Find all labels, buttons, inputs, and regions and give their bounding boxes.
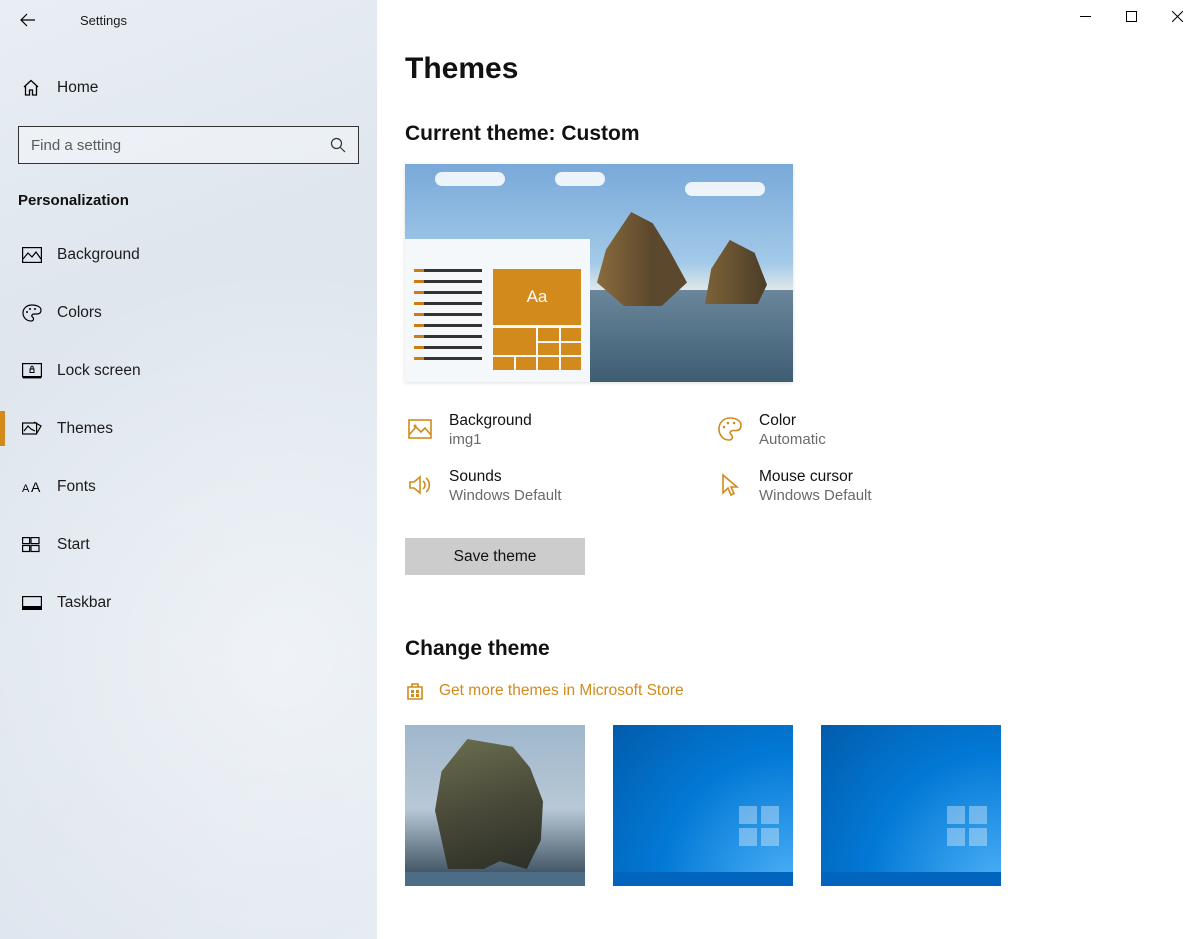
sidebar-section-label: Personalization <box>0 192 377 209</box>
page-title: Themes <box>405 52 1160 86</box>
search-input[interactable] <box>31 137 330 154</box>
minimize-button[interactable] <box>1062 0 1108 32</box>
sidebar-item-label: Fonts <box>57 478 96 496</box>
sidebar-item-colors[interactable]: Colors <box>0 289 377 336</box>
search-icon <box>330 137 346 153</box>
main-content: Themes Current theme: Custom Aa <box>377 0 1200 939</box>
home-label: Home <box>57 79 98 97</box>
current-theme-heading: Current theme: Custom <box>405 122 1160 146</box>
image-icon <box>22 247 42 263</box>
setting-title: Color <box>759 412 826 430</box>
setting-value: Windows Default <box>449 487 562 504</box>
theme-card-windows-light[interactable] <box>613 725 793 886</box>
store-link[interactable]: Get more themes in Microsoft Store <box>405 681 1160 701</box>
theme-setting-sounds[interactable]: SoundsWindows Default <box>405 468 715 504</box>
setting-value: img1 <box>449 431 532 448</box>
preview-aa-tile: Aa <box>493 269 581 325</box>
svg-text:A: A <box>22 483 30 495</box>
palette-icon <box>715 414 745 444</box>
themes-icon <box>22 420 42 438</box>
sidebar-item-label: Start <box>57 536 90 554</box>
palette-icon <box>22 304 42 322</box>
sidebar-item-taskbar[interactable]: Taskbar <box>0 579 377 626</box>
sidebar-item-label: Background <box>57 246 140 264</box>
setting-value: Windows Default <box>759 487 872 504</box>
taskbar-icon <box>22 596 42 610</box>
setting-title: Sounds <box>449 468 562 486</box>
sidebar: Settings Home Personalization Background… <box>0 0 377 939</box>
sidebar-item-lock-screen[interactable]: Lock screen <box>0 347 377 394</box>
sidebar-item-start[interactable]: Start <box>0 521 377 568</box>
theme-card-custom[interactable] <box>405 725 585 886</box>
sidebar-item-label: Themes <box>57 420 113 438</box>
svg-text:A: A <box>31 479 41 495</box>
theme-setting-cursor[interactable]: Mouse cursorWindows Default <box>715 468 1025 504</box>
app-title: Settings <box>80 13 127 28</box>
home-icon <box>22 79 42 97</box>
sidebar-item-label: Colors <box>57 304 102 322</box>
image-icon <box>405 414 435 444</box>
setting-value: Automatic <box>759 431 826 448</box>
theme-preview: Aa <box>405 164 793 382</box>
sidebar-item-themes[interactable]: Themes <box>0 405 377 452</box>
change-theme-heading: Change theme <box>405 637 1160 661</box>
fonts-icon: AA <box>22 479 42 495</box>
store-icon <box>405 681 425 701</box>
search-box[interactable] <box>18 126 359 164</box>
setting-title: Background <box>449 412 532 430</box>
theme-card-windows[interactable] <box>821 725 1001 886</box>
sidebar-home[interactable]: Home <box>0 64 377 112</box>
theme-setting-background[interactable]: Backgroundimg1 <box>405 412 715 448</box>
sidebar-item-background[interactable]: Background <box>0 231 377 278</box>
maximize-button[interactable] <box>1108 0 1154 32</box>
window-controls <box>1062 0 1200 32</box>
save-theme-button[interactable]: Save theme <box>405 538 585 575</box>
setting-title: Mouse cursor <box>759 468 872 486</box>
theme-setting-color[interactable]: ColorAutomatic <box>715 412 1025 448</box>
sound-icon <box>405 470 435 500</box>
sidebar-item-label: Taskbar <box>57 594 111 612</box>
back-button[interactable] <box>14 6 42 34</box>
sidebar-item-label: Lock screen <box>57 362 141 380</box>
lock-screen-icon <box>22 363 42 379</box>
start-icon <box>22 537 42 553</box>
cursor-icon <box>715 470 745 500</box>
store-link-label: Get more themes in Microsoft Store <box>439 682 684 700</box>
close-button[interactable] <box>1154 0 1200 32</box>
sidebar-item-fonts[interactable]: AA Fonts <box>0 463 377 510</box>
